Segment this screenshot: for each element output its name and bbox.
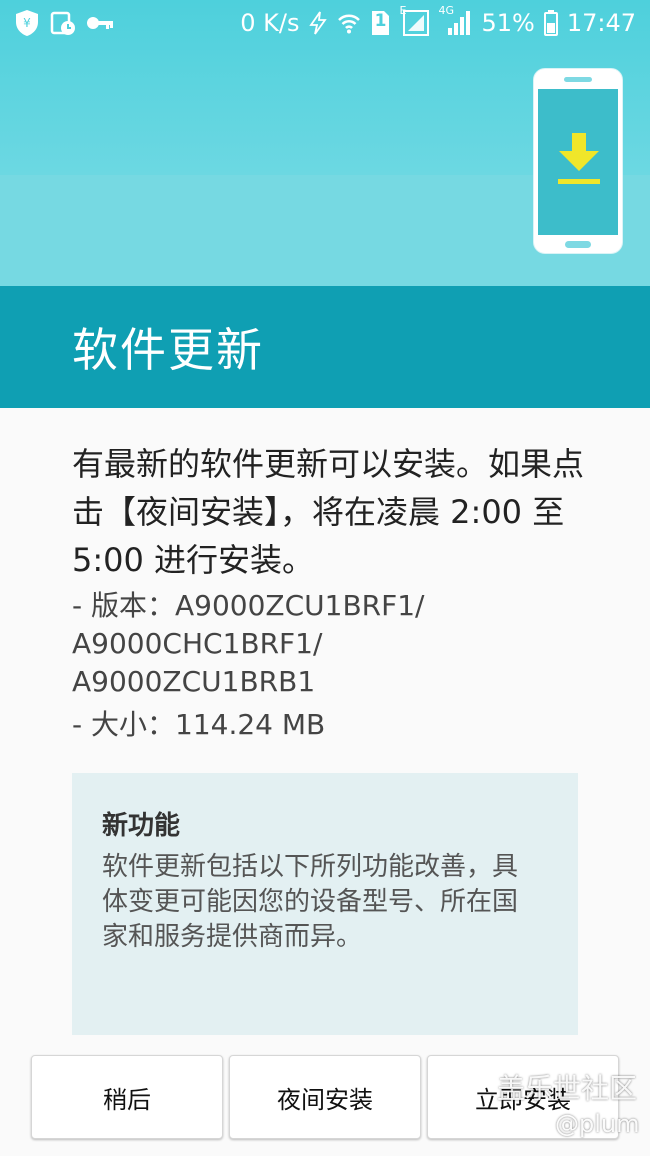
new-features-title: 新功能 <box>102 811 181 841</box>
sim-slot-number: 1 <box>374 11 387 31</box>
image-clock-icon <box>50 10 76 36</box>
phone-screen <box>538 89 618 235</box>
version-line-1: - 版本：A9000ZCU1BRF1/ <box>72 589 425 622</box>
battery-percent: 51% <box>481 9 535 37</box>
update-description: 有最新的软件更新可以安装。如果点击【夜间安装】，将在凌晨 2:00 至 5:00… <box>72 445 585 579</box>
signal-4g-icon: 4G <box>438 4 472 38</box>
status-bar: ¥ 0 K/s 1 E 4G 51% 17:47 <box>0 0 650 46</box>
size-line: - 大小：114.24 MB <box>72 708 326 741</box>
net-speed-text: 0 K/s <box>240 9 300 37</box>
new-features-box: 新功能 软件更新包括以下所列功能改善，具体变更可能因您的设备型号、所在国家和服务… <box>72 773 578 1035</box>
page-title: 软件更新 <box>72 323 264 377</box>
shield-yen-icon: ¥ <box>14 9 40 37</box>
sim-icon: 1 <box>370 10 390 36</box>
watermark-user: @plum <box>555 1110 640 1138</box>
data-saver-icon <box>308 11 328 35</box>
night-install-button[interactable]: 夜间安装 <box>229 1055 421 1139</box>
wifi-icon <box>337 12 361 34</box>
download-arrow-icon <box>558 133 600 184</box>
later-button[interactable]: 稍后 <box>31 1055 223 1139</box>
clock-text: 17:47 <box>566 9 636 37</box>
svg-text:¥: ¥ <box>23 16 31 30</box>
phone-download-icon <box>533 68 623 254</box>
new-features-text: 软件更新包括以下所列功能改善，具体变更可能因您的设备型号、所在国家和服务提供商而… <box>102 852 519 952</box>
watermark-text: 盖乐世社区 <box>497 1072 638 1105</box>
battery-icon <box>543 10 558 36</box>
phone-home-button <box>565 241 591 248</box>
version-line-2: A9000CHC1BRF1/ <box>72 627 323 660</box>
signal-e-icon: E <box>399 4 430 38</box>
version-line-3: A9000ZCU1BRB1 <box>72 665 316 698</box>
phone-speaker <box>564 77 592 82</box>
key-icon <box>86 14 114 32</box>
